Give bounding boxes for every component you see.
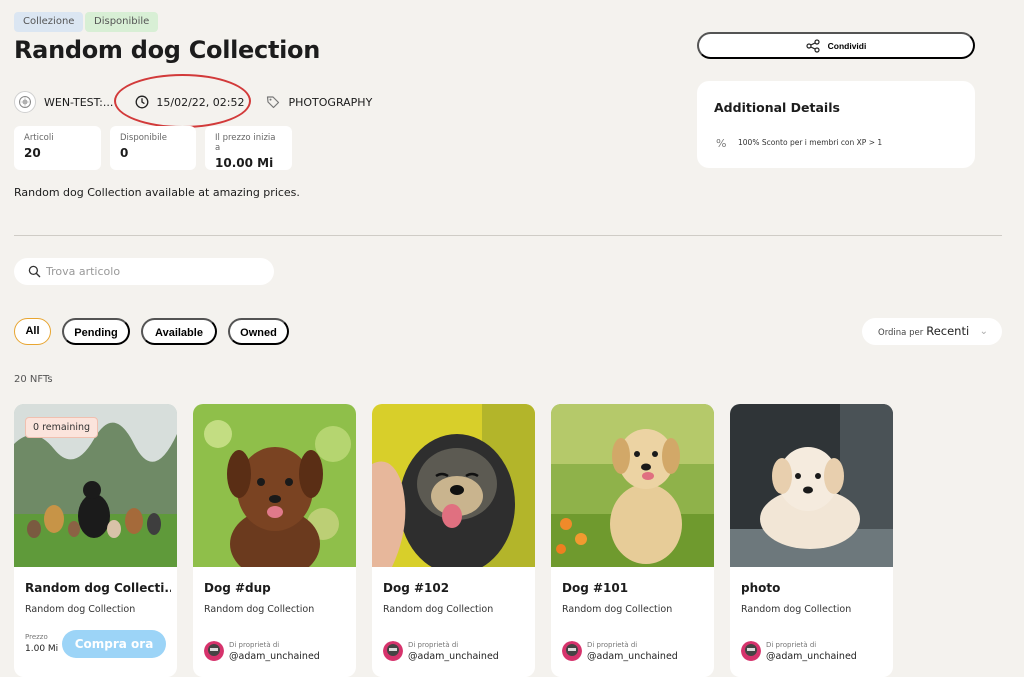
stat-value: 0 <box>120 146 129 160</box>
creation-date: 15/02/22, 02:52 <box>156 95 245 109</box>
owner-avatar[interactable] <box>383 641 403 661</box>
white-puppy-photo <box>730 404 893 567</box>
nft-collection: Random dog Collection <box>562 604 673 615</box>
sort-dropdown[interactable]: Ordina per Recenti ⌄ <box>862 318 1002 345</box>
collection-description: Random dog Collection available at amazi… <box>14 186 300 199</box>
owner-avatar-image <box>562 641 582 661</box>
search-box[interactable] <box>14 258 274 285</box>
owner-label: Di proprietà di <box>408 641 459 649</box>
owner-avatar[interactable] <box>562 641 582 661</box>
stat-disponibile: Disponibile 0 <box>110 126 196 170</box>
nft-collection: Random dog Collection <box>25 604 136 615</box>
price-label: Prezzo <box>25 633 48 641</box>
nft-collection: Random dog Collection <box>383 604 494 615</box>
filter-all[interactable]: All <box>14 318 51 345</box>
owner-label: Di proprietà di <box>587 641 638 649</box>
buy-now-button[interactable]: Compra ora <box>62 630 166 658</box>
share-button[interactable]: Condividi <box>697 32 975 59</box>
owner-avatar-image <box>204 641 224 661</box>
divider <box>14 235 1002 236</box>
clock-icon <box>135 95 149 109</box>
search-icon <box>28 265 41 278</box>
owner-label: Di proprietà di <box>229 641 280 649</box>
nft-image[interactable] <box>730 404 893 567</box>
page-title: Random dog Collection <box>14 36 321 64</box>
stat-value: 10.00 Mi <box>215 156 274 170</box>
nft-card[interactable]: 0 remaining Random dog Collecti... Rando… <box>14 404 177 677</box>
nft-image[interactable] <box>193 404 356 567</box>
stat-label: Il prezzo inizia a <box>215 133 276 153</box>
creator-name[interactable]: WEN-TEST:... <box>44 96 113 109</box>
nft-name[interactable]: Random dog Collecti... <box>25 581 171 595</box>
price-value: 1.00 Mi <box>25 644 59 654</box>
owner-avatar[interactable] <box>204 641 224 661</box>
owner-name[interactable]: @adam_unchained <box>587 651 678 662</box>
nft-card[interactable]: photo Random dog Collection Di proprietà… <box>730 404 893 677</box>
sort-label: Ordina per <box>878 328 924 338</box>
discount-text: 100% Sconto per i membri con XP > 1 <box>738 138 883 147</box>
golden-puppy-photo <box>551 404 714 567</box>
stat-articoli: Articoli 20 <box>14 126 101 170</box>
tag-icon <box>267 96 280 109</box>
collection-meta: WEN-TEST:... 15/02/22, 02:52 PHOTOGRAPHY <box>14 90 372 114</box>
search-input[interactable] <box>46 265 246 278</box>
share-label: Condividi <box>827 40 867 51</box>
chevron-down-icon: ⌄ <box>979 326 988 337</box>
nft-name[interactable]: Dog #101 <box>562 581 708 595</box>
nft-count: 20 NFTs <box>14 374 53 385</box>
owner-name[interactable]: @adam_unchained <box>408 651 499 662</box>
stat-starting-price: Il prezzo inizia a 10.00 Mi <box>205 126 292 170</box>
stat-label: Articoli <box>24 133 54 143</box>
filter-owned[interactable]: Owned <box>228 318 289 345</box>
remaining-badge: 0 remaining <box>25 417 99 438</box>
nft-card[interactable]: Dog #102 Random dog Collection Di propri… <box>372 404 535 677</box>
filter-pending[interactable]: Pending <box>62 318 130 345</box>
nft-collection: Random dog Collection <box>204 604 315 615</box>
stat-value: 20 <box>24 146 41 160</box>
nft-image[interactable] <box>372 404 535 567</box>
nft-image[interactable] <box>551 404 714 567</box>
stat-label: Disponibile <box>120 133 168 143</box>
nft-name[interactable]: Dog #dup <box>204 581 350 595</box>
creator-avatar[interactable] <box>14 91 36 113</box>
owner-label: Di proprietà di <box>766 641 817 649</box>
nft-card[interactable]: Dog #101 Random dog Collection Di propri… <box>551 404 714 677</box>
owner-avatar-image <box>383 641 403 661</box>
dog-photo <box>372 404 535 567</box>
available-badge: Disponibile <box>85 12 159 32</box>
collection-badge: Collezione <box>14 12 84 32</box>
nft-image[interactable]: 0 remaining <box>14 404 177 567</box>
owner-avatar-image <box>741 641 761 661</box>
owner-avatar[interactable] <box>741 641 761 661</box>
share-icon <box>806 38 820 53</box>
additional-details-panel: Additional Details % 100% Sconto per i m… <box>697 81 975 168</box>
nft-name[interactable]: Dog #102 <box>383 581 529 595</box>
owner-name[interactable]: @adam_unchained <box>766 651 857 662</box>
details-heading: Additional Details <box>714 100 840 115</box>
filter-available[interactable]: Available <box>141 318 217 345</box>
nft-collection: Random dog Collection <box>741 604 852 615</box>
sort-value: Recenti <box>926 324 970 338</box>
category-label[interactable]: PHOTOGRAPHY <box>288 96 372 109</box>
nft-name[interactable]: photo <box>741 581 887 595</box>
puppy-photo <box>193 404 356 567</box>
creator-logo-icon <box>19 96 31 108</box>
nft-card[interactable]: Dog #dup Random dog Collection Di propri… <box>193 404 356 677</box>
owner-name[interactable]: @adam_unchained <box>229 651 320 662</box>
percent-icon: % <box>716 137 727 150</box>
